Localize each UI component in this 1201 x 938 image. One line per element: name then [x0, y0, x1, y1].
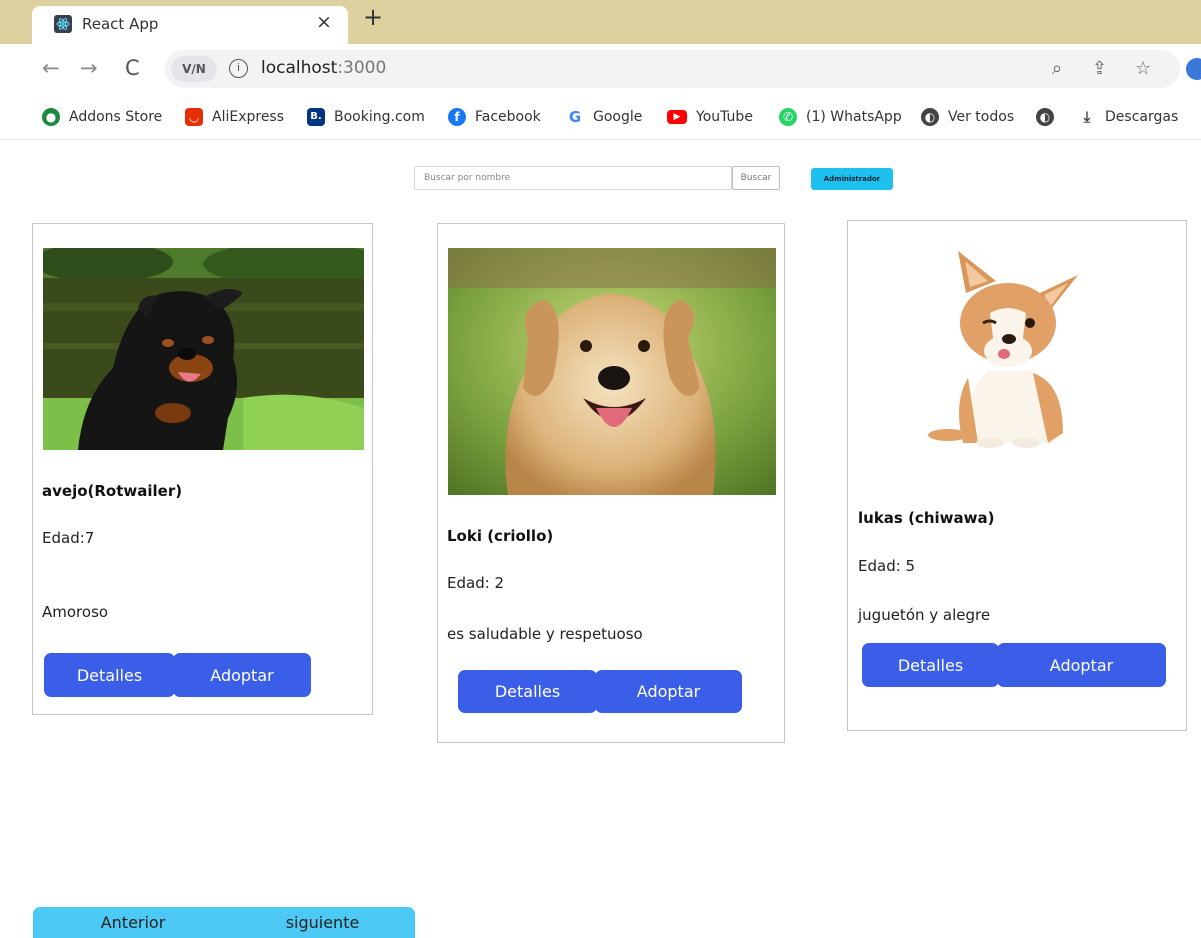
pet-card: avejo(Rotwailer) Edad:7 Amoroso Detalles…	[32, 223, 373, 715]
extension-icon[interactable]	[1186, 58, 1201, 80]
reload-icon[interactable]: C	[125, 56, 140, 80]
bookmark-aliexpress[interactable]: ◡ AliExpress	[185, 106, 284, 128]
aliexpress-icon: ◡	[185, 108, 203, 126]
back-arrow-icon[interactable]: ←	[42, 56, 60, 80]
bookmark-descargas[interactable]: ⤓ Descargas	[1078, 106, 1178, 128]
admin-button[interactable]: Administrador	[811, 168, 893, 190]
search-button[interactable]: Buscar	[732, 166, 780, 190]
pet-age: Edad: 2	[447, 574, 505, 592]
bookmark-label: Booking.com	[334, 109, 425, 125]
pet-name: avejo(Rotwailer)	[42, 482, 183, 500]
pet-age: Edad: 5	[858, 557, 916, 575]
bookmark-label: AliExpress	[212, 109, 285, 125]
url-port: :3000	[337, 58, 387, 78]
url-text[interactable]: localhost:3000	[261, 58, 386, 78]
details-button[interactable]: Detalles	[458, 670, 597, 713]
bookmark-booking[interactable]: B. Booking.com	[307, 106, 425, 128]
facebook-icon: f	[448, 108, 466, 126]
pet-description: juguetón y alegre	[858, 606, 991, 624]
bookmarks-bar: ● Addons Store ◡ AliExpress B. Booking.c…	[0, 94, 1201, 140]
whatsapp-icon: ✆	[779, 108, 797, 126]
globe-icon: ◐	[1036, 108, 1054, 126]
previous-page-button[interactable]: Anterior	[33, 907, 233, 938]
pet-description: Amoroso	[42, 603, 109, 621]
download-icon: ⤓	[1078, 108, 1096, 126]
bookmark-label: Addons Store	[69, 109, 163, 125]
pet-description: es saludable y respetuoso	[447, 625, 643, 643]
bookmark-google[interactable]: G Google	[566, 106, 642, 128]
bookmark-addons-store[interactable]: ● Addons Store	[42, 106, 162, 128]
google-icon: G	[566, 108, 584, 126]
forward-arrow-icon[interactable]: →	[80, 56, 98, 80]
details-button[interactable]: Detalles	[862, 643, 999, 687]
browser-tabbar: React App × +	[0, 0, 1201, 44]
bookmark-label: YouTube	[696, 109, 753, 125]
pet-name: lukas (chiwawa)	[858, 509, 995, 527]
pet-card: lukas (chiwawa) Edad: 5 juguetón y alegr…	[847, 220, 1187, 731]
bookmark-facebook[interactable]: f Facebook	[448, 106, 541, 128]
bookmark-label: Descargas	[1105, 109, 1179, 125]
search-input[interactable]	[414, 166, 732, 190]
rottweiler-photo	[43, 248, 364, 450]
bookmark-label: Ver todos	[948, 109, 1015, 125]
bookmark-globe[interactable]: ◐	[1036, 106, 1063, 128]
pet-name: Loki (criollo)	[447, 527, 554, 545]
info-icon[interactable]: i	[229, 59, 248, 78]
addons-icon: ●	[42, 108, 60, 126]
vpn-icon[interactable]: V∕N	[171, 56, 217, 82]
globe-icon: ◐	[921, 108, 939, 126]
pet-age: Edad:7	[42, 529, 95, 547]
adopt-button[interactable]: Adoptar	[595, 670, 742, 713]
star-icon[interactable]: ☆	[1135, 58, 1151, 79]
close-icon[interactable]: ×	[316, 11, 332, 33]
adopt-button[interactable]: Adoptar	[997, 643, 1166, 687]
booking-icon: B.	[307, 108, 325, 126]
corgi-puppy-photo	[928, 243, 1088, 448]
react-favicon-icon	[54, 15, 72, 33]
browser-tab[interactable]: React App ×	[32, 6, 348, 44]
pet-card: Loki (criollo) Edad: 2 es saludable y re…	[437, 223, 785, 743]
browser-toolbar: ← → C V∕N i localhost:3000 ⌕ ⇪ ☆	[0, 44, 1201, 94]
bookmark-label: Google	[593, 109, 643, 125]
next-page-button[interactable]: siguiente	[230, 907, 415, 938]
youtube-icon: ▶	[667, 110, 687, 124]
zoom-icon[interactable]: ⌕	[1052, 58, 1062, 79]
bookmark-ver-todos[interactable]: ◐ Ver todos	[921, 106, 1014, 128]
bookmark-whatsapp[interactable]: ✆ (1) WhatsApp	[779, 106, 902, 128]
details-button[interactable]: Detalles	[44, 653, 175, 697]
address-bar[interactable]: V∕N i localhost:3000 ⌕ ⇪ ☆	[165, 50, 1201, 88]
bookmark-youtube[interactable]: ▶ YouTube	[667, 106, 753, 128]
url-host: localhost	[261, 58, 338, 78]
tab-title: React App	[82, 15, 159, 33]
share-icon[interactable]: ⇪	[1092, 58, 1107, 79]
adopt-button[interactable]: Adoptar	[173, 653, 311, 697]
golden-retriever-photo	[448, 248, 776, 495]
new-tab-icon[interactable]: +	[363, 3, 383, 31]
bookmark-label: (1) WhatsApp	[806, 109, 902, 125]
bookmark-label: Facebook	[475, 109, 541, 125]
